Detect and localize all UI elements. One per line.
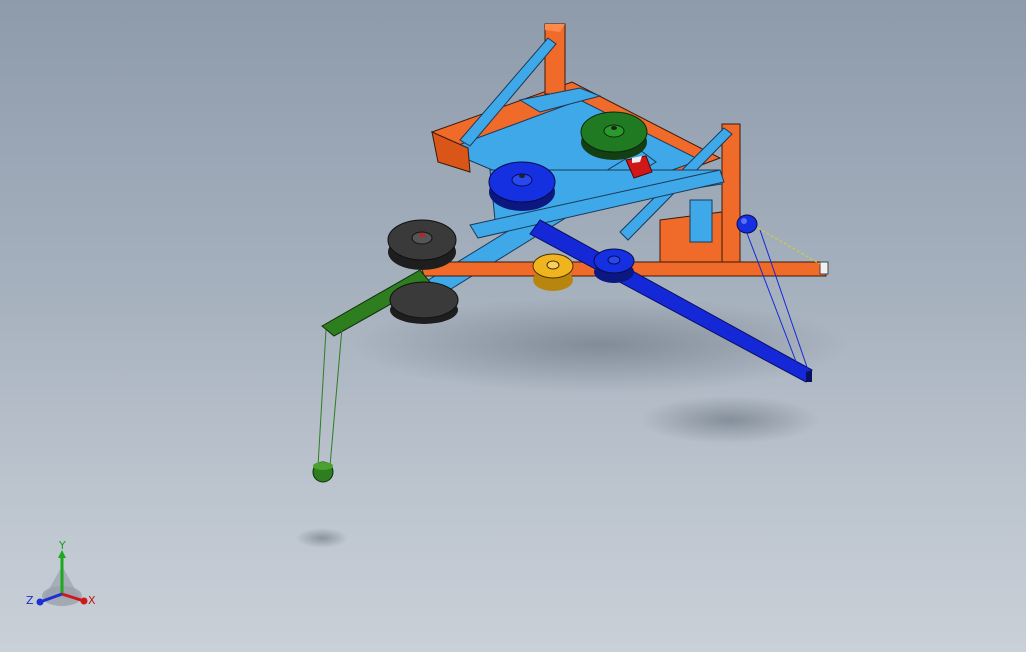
hanging-weight (312, 461, 334, 483)
ground-shadow (296, 297, 850, 548)
pulley-blue-side (736, 214, 758, 234)
pulley-green (580, 111, 648, 160)
pulley-blue-large (488, 161, 556, 211)
cad-viewport[interactable]: Y X Z (0, 0, 1026, 652)
triad-x-label: X (88, 594, 96, 607)
assembly-model[interactable] (0, 0, 1026, 652)
coordinate-triad[interactable]: Y X Z (24, 538, 108, 614)
pulley-blue-small (593, 248, 635, 283)
pulley-gray-lower (389, 281, 459, 324)
pulley-gray-upper (387, 219, 457, 270)
triad-z-label: Z (26, 594, 34, 607)
pulley-yellow (532, 253, 574, 291)
triad-y-label: Y (59, 539, 66, 552)
